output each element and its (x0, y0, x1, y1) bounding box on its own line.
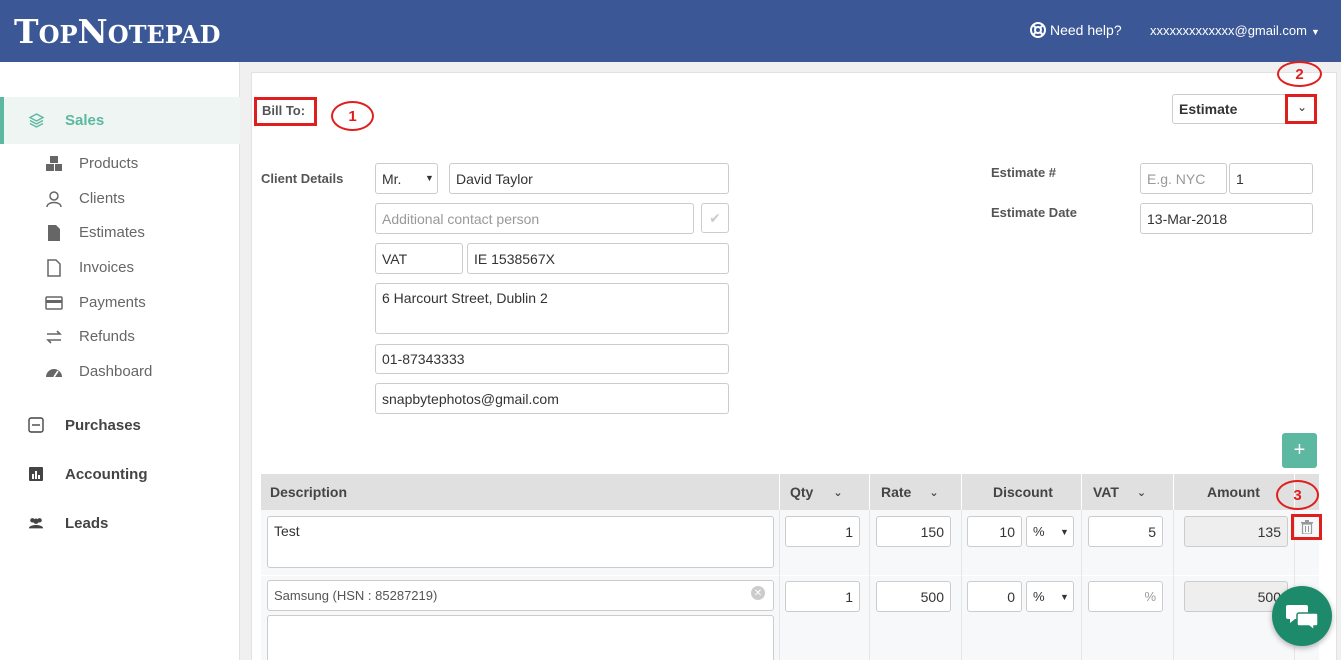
sidebar-item-dashboard[interactable]: Dashboard (0, 355, 240, 389)
item-description-field[interactable]: Test (267, 516, 774, 568)
checkmark-icon: ✔ (709, 209, 721, 226)
estimate-number-field[interactable]: 1 (1229, 163, 1313, 194)
sidebar-item-refunds[interactable]: Refunds (0, 320, 240, 354)
column-divider (1173, 510, 1174, 660)
app-logo[interactable]: TOPNOTEPAD (14, 12, 220, 51)
column-header-rate[interactable]: Rate ⌄ (881, 474, 939, 510)
caret-down-icon: ▼ (1310, 27, 1320, 37)
item-qty-field[interactable]: 1 (785, 581, 860, 612)
client-details-label: Client Details (261, 171, 344, 186)
sidebar-item-sales-label: Sales (65, 112, 105, 129)
clients-icon (46, 191, 62, 208)
tax-number-field[interactable]: IE 1538567X (467, 243, 729, 274)
layers-icon (28, 113, 45, 128)
item-vat-field[interactable]: 5 (1088, 516, 1163, 547)
column-header-description: Description (270, 484, 348, 500)
chat-bubbles-icon (1286, 605, 1319, 631)
need-help-link[interactable]: Need help? (1030, 22, 1122, 38)
estimate-date-field[interactable]: 13-Mar-2018 (1140, 203, 1313, 234)
phone-field[interactable]: 01-87343333 (375, 344, 729, 374)
caret-down-icon: ▼ (1060, 527, 1069, 537)
column-header-discount: Discount (993, 484, 1053, 500)
tax-type-field[interactable]: VAT (375, 243, 463, 274)
column-divider (779, 510, 780, 660)
card-icon (45, 296, 63, 310)
chevron-down-icon: ⌄ (1136, 486, 1147, 499)
chevron-down-icon: ⌄ (929, 486, 939, 499)
email-field[interactable]: snapbytephotos@gmail.com (375, 383, 729, 414)
column-header-vat[interactable]: VAT ⌄ (1093, 474, 1146, 510)
sidebar-item-leads[interactable]: Leads (0, 505, 240, 545)
sidebar-item-invoices[interactable]: Invoices (0, 251, 240, 285)
sidebar-item-products[interactable]: Products (0, 147, 240, 181)
exchange-icon (46, 330, 62, 344)
user-menu[interactable]: xxxxxxxxxxxxx@gmail.com ▼ (1150, 23, 1320, 38)
lifebuoy-icon (1030, 22, 1046, 38)
column-divider (1081, 474, 1082, 510)
annotation-marker-3: 3 (1276, 480, 1319, 510)
column-header-qty[interactable]: Qty ⌄ (790, 474, 843, 510)
column-header-amount: Amount (1207, 484, 1260, 500)
plus-icon: + (1293, 439, 1306, 461)
trash-icon (1301, 520, 1313, 534)
bar-chart-icon (29, 467, 43, 481)
sidebar-item-sales[interactable]: Sales (0, 97, 240, 144)
file-icon (47, 259, 61, 277)
column-divider (961, 474, 962, 510)
item-description-field[interactable] (267, 615, 774, 660)
item-discount-field[interactable]: 10 (967, 516, 1022, 547)
column-divider (779, 474, 780, 510)
sidebar-item-clients[interactable]: Clients (0, 182, 240, 216)
item-vat-field[interactable]: % (1088, 581, 1163, 612)
dashboard-icon (46, 369, 62, 378)
boxes-icon (46, 156, 62, 171)
column-divider (869, 474, 870, 510)
top-navbar: TOPNOTEPAD Need help? xxxxxxxxxxxxx@gmai… (0, 0, 1341, 62)
sidebar-item-purchases[interactable]: Purchases (0, 407, 240, 447)
item-rate-field[interactable]: 500 (876, 581, 951, 612)
document-icon (48, 225, 60, 241)
annotation-marker-1: 1 (331, 101, 374, 131)
item-discount-field[interactable]: 0 (967, 581, 1022, 612)
sidebar-item-estimates[interactable]: Estimates (0, 216, 240, 250)
estimate-number-label: Estimate # (991, 165, 1057, 180)
column-divider (1081, 510, 1082, 660)
chat-widget-button[interactable] (1272, 586, 1332, 646)
caret-down-icon: ▼ (1060, 592, 1069, 602)
sidebar-item-payments[interactable]: Payments (0, 286, 240, 320)
column-divider (961, 510, 962, 660)
user-email: xxxxxxxxxxxxx@gmail.com (1150, 23, 1307, 38)
annotation-box-3[interactable] (1291, 514, 1322, 540)
sidebar-item-accounting[interactable]: Accounting (0, 456, 240, 496)
additional-contact-field[interactable]: Additional contact person (375, 203, 694, 234)
minus-square-icon (28, 417, 44, 433)
add-item-button[interactable]: + (1282, 433, 1317, 468)
client-name-field[interactable]: David Taylor (449, 163, 729, 194)
item-rate-field[interactable]: 150 (876, 516, 951, 547)
column-divider (869, 510, 870, 660)
item-product-field[interactable]: Samsung (HSN : 85287219) (267, 580, 774, 611)
users-icon (28, 518, 44, 529)
chevron-down-icon: ⌄ (833, 486, 843, 499)
estimate-prefix-field[interactable]: E.g. NYC (1140, 163, 1227, 194)
sidebar: Sales Products Clients Estimates Invoice… (0, 62, 240, 660)
item-amount-field: 135 (1184, 516, 1288, 547)
address-field[interactable]: 6 Harcourt Street, Dublin 2 (375, 283, 729, 334)
annotation-marker-2: 2 (1277, 61, 1322, 87)
annotation-box-2[interactable]: ⌄ (1285, 94, 1317, 124)
caret-down-icon: ▼ (425, 173, 434, 183)
estimate-date-label: Estimate Date (991, 205, 1077, 220)
item-qty-field[interactable]: 1 (785, 516, 860, 547)
need-help-label: Need help? (1050, 22, 1122, 38)
clear-product-icon[interactable]: ✕ (751, 586, 765, 600)
chevron-down-icon: ⌄ (1297, 100, 1308, 114)
annotation-box-1 (254, 97, 317, 126)
confirm-contact-button[interactable]: ✔ (701, 203, 729, 233)
column-divider (1173, 474, 1174, 510)
